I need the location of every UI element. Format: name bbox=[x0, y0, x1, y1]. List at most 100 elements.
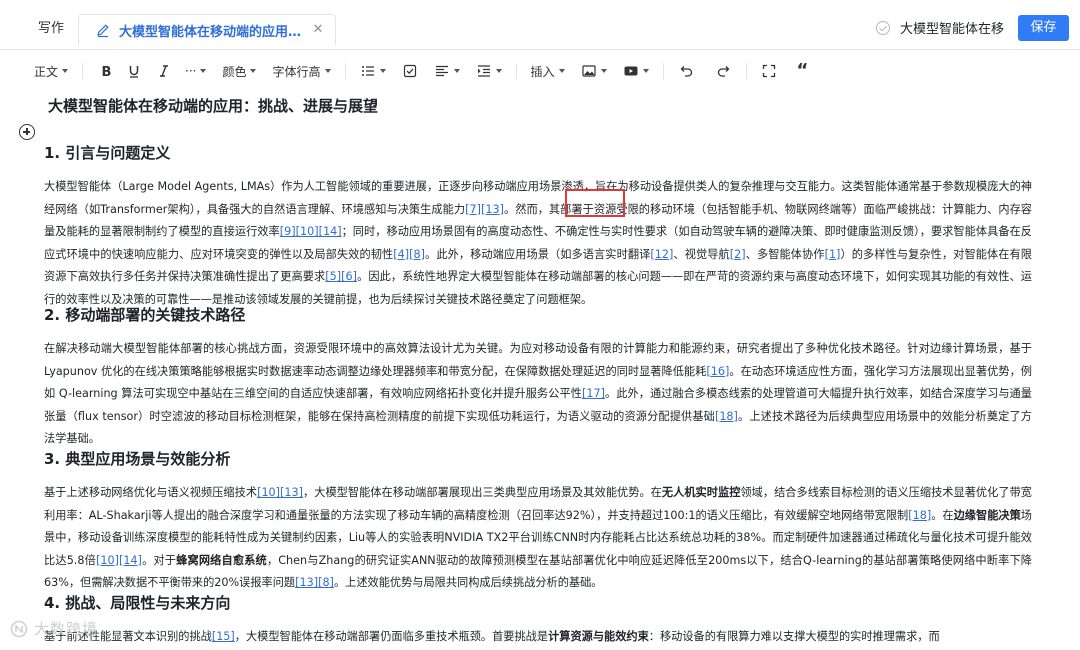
citation-link[interactable]: [16] bbox=[706, 365, 729, 378]
toolbar-divider bbox=[344, 63, 346, 79]
chevron-down-icon bbox=[62, 69, 69, 73]
undo-button[interactable] bbox=[674, 57, 698, 85]
task-list-button[interactable] bbox=[398, 57, 422, 85]
save-status: 大模型智能体在移动 bbox=[876, 18, 1004, 37]
watermark: 大数跨境 bbox=[10, 618, 98, 639]
pen-icon bbox=[97, 24, 109, 38]
image-dropdown[interactable] bbox=[577, 57, 611, 85]
paragraph-challenges: 基于前述性能显著文本识别的挑战[15]，大模型智能体在移动端部署仍面临多重技术瓶… bbox=[44, 630, 940, 643]
fullscreen-icon bbox=[762, 64, 775, 78]
more-format-dropdown[interactable]: ··· bbox=[181, 57, 210, 85]
svg-text:B: B bbox=[102, 65, 112, 79]
citation-link[interactable]: [12] bbox=[650, 248, 673, 261]
underline-button[interactable] bbox=[119, 57, 149, 85]
chevron-down-icon bbox=[558, 69, 565, 73]
citation-link[interactable]: [8] bbox=[409, 248, 425, 261]
align-dropdown[interactable] bbox=[430, 57, 464, 85]
align-left-icon bbox=[435, 65, 448, 77]
paragraph-style-dropdown[interactable]: 正文 bbox=[20, 57, 72, 85]
chevron-down-icon bbox=[495, 69, 502, 73]
line-height-dropdown[interactable]: 字体行高 bbox=[268, 57, 334, 85]
chevron-down-icon bbox=[642, 69, 649, 73]
redo-icon bbox=[717, 66, 729, 77]
paragraph-style-label: 正文 bbox=[34, 64, 59, 79]
toolbar-divider bbox=[515, 63, 517, 79]
citation-link[interactable]: [6] bbox=[341, 270, 357, 283]
section-heading: 3. 典型应用场景与效能分析 bbox=[44, 450, 231, 468]
redo-button[interactable] bbox=[712, 57, 736, 85]
toolbar-divider bbox=[745, 63, 747, 79]
citation-link[interactable]: [10] bbox=[96, 554, 119, 567]
insert-label: 插入 bbox=[530, 64, 555, 79]
paragraph-techniques: 在解决移动端大模型智能体部署的核心挑战方面，资源受限环境中的高效算法设计尤为关键… bbox=[44, 342, 1032, 445]
chevron-down-icon bbox=[453, 69, 460, 73]
bold-icon: B bbox=[102, 65, 112, 79]
citation-link[interactable]: [15] bbox=[212, 630, 235, 643]
section-heading: 4. 挑战、局限性与未来方向 bbox=[44, 594, 231, 612]
tab-document[interactable]: 大模型智能体在移动端的应用：... ✕ bbox=[78, 14, 336, 46]
citation-highlight-box bbox=[565, 189, 625, 217]
chevron-down-icon bbox=[200, 69, 207, 73]
italic-icon bbox=[160, 65, 169, 77]
citation-link[interactable]: [13] bbox=[481, 203, 504, 216]
section-heading: 2. 移动端部署的关键技术路径 bbox=[44, 306, 246, 324]
document-title[interactable]: 大模型智能体在移动端的应用：挑战、进展与展望 bbox=[48, 95, 378, 116]
saved-check-icon bbox=[876, 20, 890, 35]
paragraph-intro: 大模型智能体（Large Model Agents, LMAs）作为人工智能领域… bbox=[44, 180, 1032, 306]
status-doc-name: 大模型智能体在移动 bbox=[900, 22, 1004, 37]
citation-link[interactable]: [1] bbox=[825, 248, 841, 261]
insert-dropdown[interactable]: 插入 bbox=[527, 57, 569, 85]
bulleted-list-icon bbox=[361, 66, 374, 76]
chevron-down-icon bbox=[600, 69, 607, 73]
color-dropdown[interactable]: 颜色 bbox=[218, 57, 260, 85]
document-body[interactable]: 大模型智能体在移动端的应用：挑战、进展与展望 1. 引言与问题定义 大模型智能体… bbox=[0, 86, 1080, 650]
editor-toolbar: 正文 B ··· 颜色 字体行高 插入 “ bbox=[20, 57, 1080, 85]
citation-link[interactable]: [9] bbox=[280, 225, 296, 238]
citation-link[interactable]: [10] bbox=[257, 486, 280, 499]
underline-icon bbox=[129, 66, 139, 78]
tab-document-title: 大模型智能体在移动端的应用：... bbox=[119, 24, 311, 40]
line-height-label: 字体行高 bbox=[272, 64, 321, 79]
section-heading: 1. 引言与问题定义 bbox=[44, 144, 171, 162]
close-icon[interactable]: ✕ bbox=[311, 23, 325, 37]
more-format-label: ··· bbox=[185, 64, 197, 78]
citation-link[interactable]: [8] bbox=[318, 576, 334, 589]
indent-dropdown[interactable] bbox=[472, 57, 506, 85]
citation-link[interactable]: [17] bbox=[582, 387, 605, 400]
top-bar: 写作 大模型智能体在移动端的应用：... ✕ 大模型智能体在移动 保存 bbox=[0, 0, 1080, 50]
toolbar-divider bbox=[82, 63, 84, 79]
citation-link[interactable]: [7] bbox=[465, 203, 481, 216]
toolbar-divider bbox=[662, 63, 664, 79]
undo-icon bbox=[680, 66, 692, 77]
checkbox-icon bbox=[403, 64, 416, 78]
watermark-logo-icon bbox=[10, 620, 28, 637]
watermark-text: 大数跨境 bbox=[34, 620, 99, 638]
add-block-icon[interactable] bbox=[19, 124, 35, 140]
italic-button[interactable] bbox=[149, 57, 179, 85]
quote-icon: “ bbox=[796, 60, 809, 81]
image-icon bbox=[581, 65, 596, 77]
paragraph-applications: 基于上述移动网络优化与语义视频压缩技术[10][13]，大模型智能体在移动端部署… bbox=[44, 486, 1032, 589]
citation-link[interactable]: [14] bbox=[319, 225, 342, 238]
chevron-down-icon bbox=[379, 69, 386, 73]
citation-link[interactable]: [18] bbox=[908, 509, 931, 522]
color-label: 颜色 bbox=[222, 64, 247, 79]
citation-link[interactable]: [2] bbox=[730, 248, 746, 261]
list-dropdown[interactable] bbox=[356, 57, 390, 85]
video-icon bbox=[624, 66, 638, 76]
video-dropdown[interactable] bbox=[619, 57, 653, 85]
citation-link[interactable]: [5] bbox=[325, 270, 341, 283]
chevron-down-icon bbox=[324, 69, 331, 73]
citation-link[interactable]: [10] bbox=[296, 225, 319, 238]
tab-write[interactable]: 写作 bbox=[24, 12, 78, 46]
chevron-down-icon bbox=[250, 69, 257, 73]
citation-link[interactable]: [13] bbox=[295, 576, 318, 589]
citation-link[interactable]: [14] bbox=[119, 554, 142, 567]
bold-button[interactable]: B bbox=[93, 57, 119, 85]
citation-link[interactable]: [4] bbox=[393, 248, 409, 261]
citation-link[interactable]: [18] bbox=[715, 410, 738, 423]
save-button[interactable]: 保存 bbox=[1018, 15, 1069, 41]
quote-button[interactable]: “ bbox=[793, 57, 813, 85]
citation-link[interactable]: [13] bbox=[280, 486, 303, 499]
fullscreen-button[interactable] bbox=[757, 57, 781, 85]
